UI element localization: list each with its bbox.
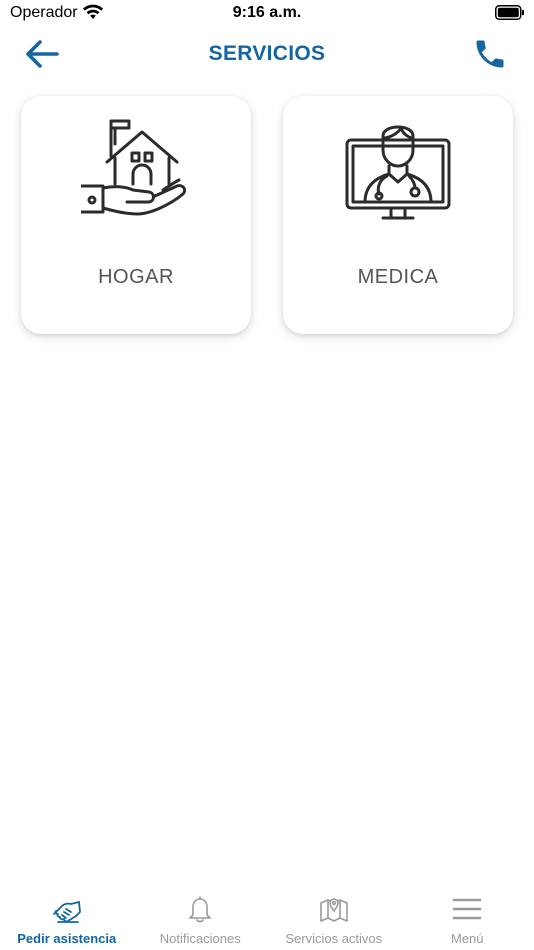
tab-pedir-asistencia[interactable]: Pedir asistencia: [0, 884, 134, 950]
page-title: SERVICIOS: [208, 42, 326, 65]
battery-icon: [495, 5, 524, 20]
service-card-hogar[interactable]: HOGAR: [21, 96, 251, 334]
tab-servicios-activos[interactable]: Servicios activos: [267, 884, 401, 950]
card-label: HOGAR: [98, 266, 174, 288]
tab-menu[interactable]: Menú: [401, 884, 534, 950]
tab-icon-wrap: [267, 894, 401, 924]
card-icon-wrap: [21, 116, 251, 226]
tab-label: Pedir asistencia: [17, 931, 117, 946]
hamburger-menu-icon: [452, 898, 482, 920]
tab-label: Notificaciones: [159, 931, 241, 946]
phone-button[interactable]: [470, 34, 510, 74]
status-bar: Operador 9:16 a.m.: [0, 0, 534, 28]
tab-icon-wrap: [401, 894, 534, 924]
handshake-icon: [52, 901, 81, 923]
tab-bar: Pedir asistencia Notificaciones Servicio…: [0, 884, 534, 950]
service-card-medica[interactable]: MEDICA: [283, 96, 513, 334]
house-in-hand-icon: [81, 119, 187, 216]
map-pin-icon: [319, 898, 348, 922]
phone-icon: [476, 40, 504, 68]
card-icon-wrap: [283, 116, 513, 226]
tab-label: Servicios activos: [285, 931, 383, 946]
status-time: 9:16 a.m.: [232, 4, 302, 21]
tab-notificaciones[interactable]: Notificaciones: [134, 884, 268, 950]
card-label: MEDICA: [357, 266, 439, 288]
bell-icon: [189, 896, 212, 923]
screen: Operador 9:16 a.m. SERVICIOS HOGAR MEDIC…: [0, 0, 534, 950]
tab-icon-wrap: [134, 894, 268, 924]
tab-label: Menú: [450, 931, 484, 946]
nav-bar: SERVICIOS: [0, 28, 534, 82]
tab-icon-wrap: [0, 894, 134, 924]
doctor-monitor-icon: [345, 125, 451, 220]
